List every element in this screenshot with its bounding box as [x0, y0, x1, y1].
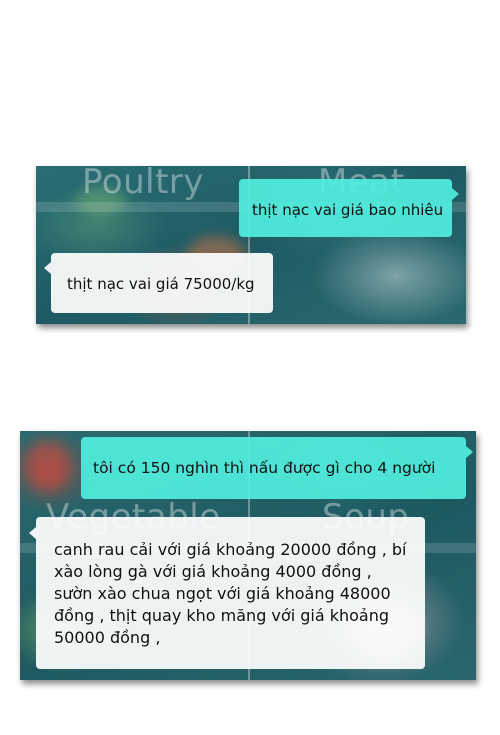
bot-message-bubble: thịt nạc vai giá 75000/kg	[51, 253, 273, 313]
bot-message-text: canh rau cải với giá khoảng 20000 đồng ,…	[54, 540, 407, 647]
category-label-poultry: Poultry	[82, 166, 205, 202]
food-highlight	[25, 441, 70, 491]
chat-screenshot-2: Vegetable Soup canh rau cải với giá khoả…	[20, 431, 476, 680]
user-message-text: thịt nạc vai giá bao nhiêu	[252, 201, 444, 219]
user-bubble-tail	[466, 446, 473, 458]
bot-bubble-tail	[29, 527, 36, 539]
chat-screenshot-1: Poultry Meat thịt nạc vai giá bao nhiêu …	[36, 166, 466, 324]
user-message-text: tôi có 150 nghìn thì nấu được gì cho 4 n…	[93, 459, 436, 477]
user-message-bubble: thịt nạc vai giá bao nhiêu	[239, 179, 452, 237]
bot-message-bubble: canh rau cải với giá khoảng 20000 đồng ,…	[36, 517, 425, 669]
user-bubble-tail	[452, 188, 459, 200]
user-message-bubble: tôi có 150 nghìn thì nấu được gì cho 4 n…	[81, 437, 466, 499]
bot-message-text: thịt nạc vai giá 75000/kg	[67, 275, 255, 293]
bot-bubble-tail	[44, 262, 51, 274]
